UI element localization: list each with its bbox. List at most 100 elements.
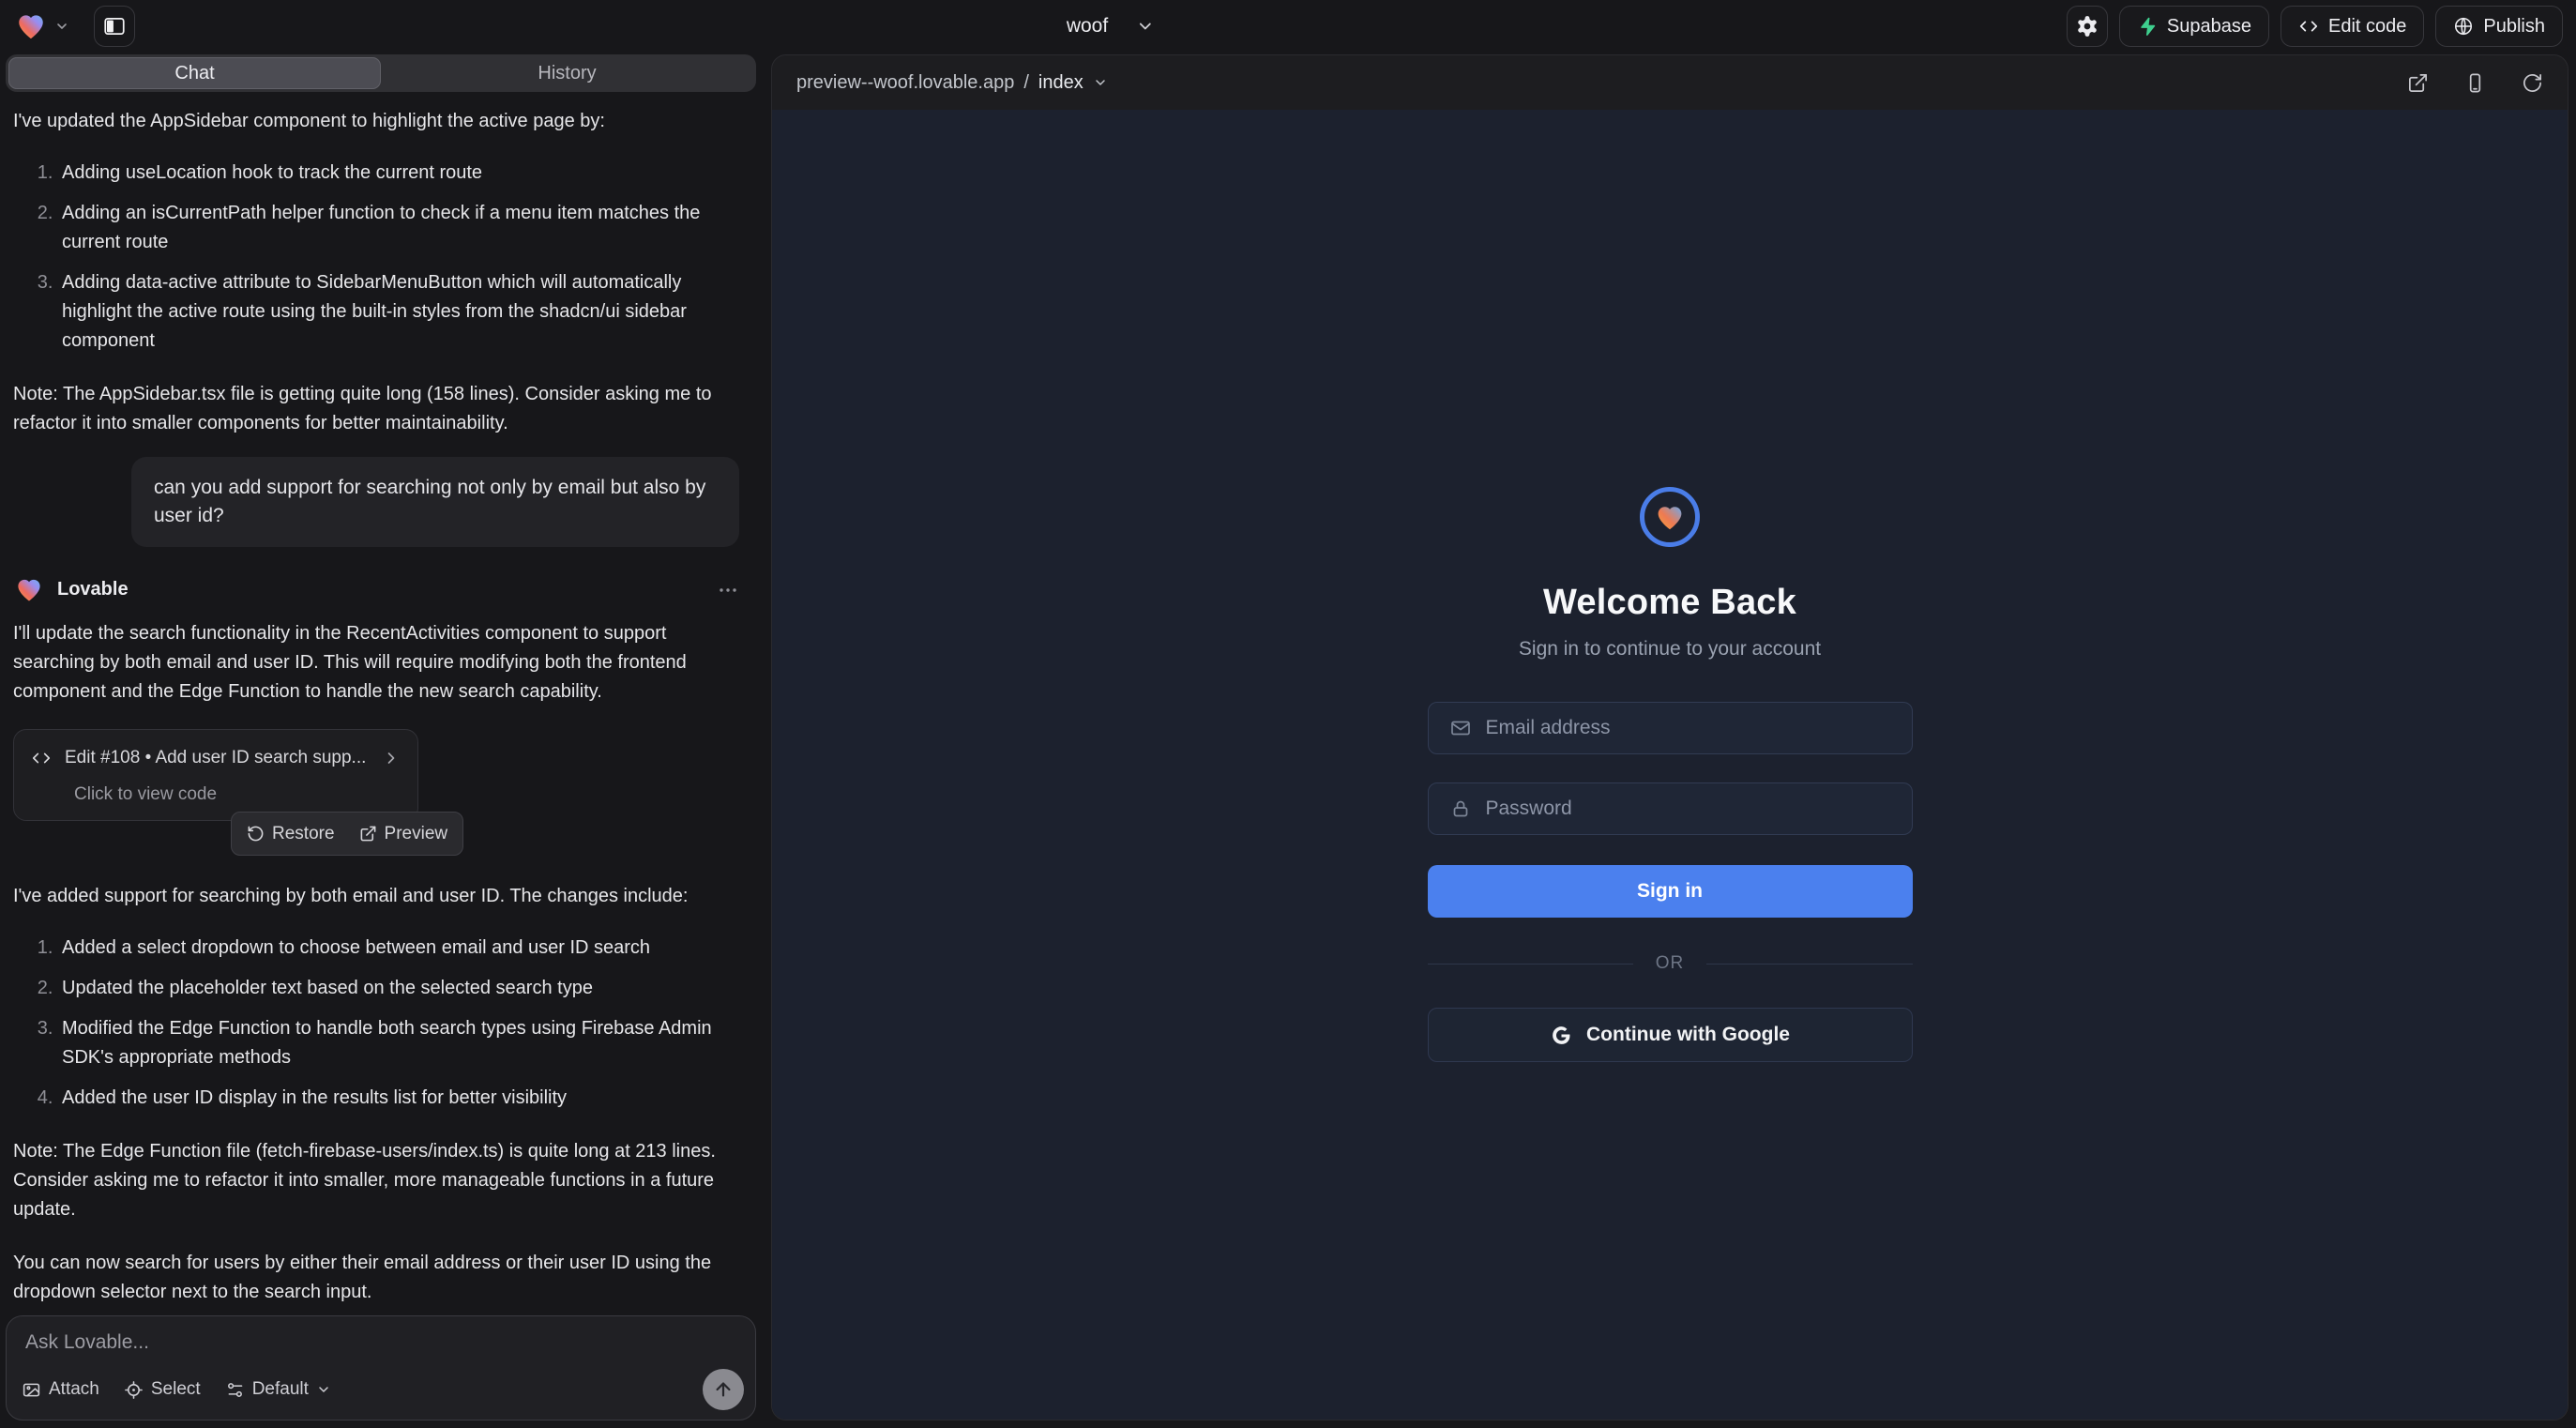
assistant-paragraph: You can now search for users by either t… [13,1249,739,1302]
assistant-note: Note: The AppSidebar.tsx file is getting… [13,380,739,438]
top-bar-left [13,6,135,47]
assistant-ordered-list: Added a select dropdown to choose betwee… [13,934,739,1113]
main-split: Chat History I've updated the AppSidebar… [0,53,2576,1428]
welcome-subtitle: Sign in to continue to your account [1519,638,1821,661]
assistant-paragraph: I've added support for searching by both… [13,882,739,911]
attach-button[interactable]: Attach [22,1379,99,1400]
sliders-icon [225,1380,245,1400]
list-item: Modified the Edge Function to handle bot… [58,1014,739,1072]
email-field[interactable]: Email address [1428,702,1913,754]
sign-in-form: Email address Password Sign in OR [1428,702,1913,1062]
more-options-icon[interactable] [717,579,739,601]
user-message-bubble: can you add support for searching not on… [131,457,739,547]
project-name: woof [1067,15,1108,38]
or-divider: OR [1428,953,1913,974]
chevron-right-icon [382,749,401,767]
edit-card-subtitle: Click to view code [74,780,401,809]
tab-chat[interactable]: Chat [8,57,381,89]
mode-label: Default [252,1379,309,1400]
lovable-heart-icon [13,10,49,42]
code-xml-icon [31,748,52,768]
path-separator: / [1023,72,1029,94]
edit-code-label: Edit code [2328,16,2406,38]
chevron-down-icon [316,1382,331,1397]
send-button[interactable] [703,1369,744,1410]
chat-tabbar: Chat History [6,54,756,92]
divider-line [1706,964,1912,965]
restore-button[interactable]: Restore [247,819,335,848]
preview-toolbar-icons [2407,72,2543,94]
chevron-down-icon [1136,17,1155,36]
preview-button[interactable]: Preview [359,819,448,848]
select-label: Select [151,1379,201,1400]
lovable-logo-menu[interactable] [13,10,69,42]
restore-label: Restore [272,819,335,848]
composer-toolbar: Attach Select Default [22,1369,744,1410]
list-item: Added the user ID display in the results… [58,1084,739,1113]
chevron-down-icon [54,19,69,34]
refresh-icon[interactable] [2522,72,2543,94]
preview-panel: preview--woof.lovable.app / index [771,54,2568,1420]
sign-in-button[interactable]: Sign in [1428,865,1913,918]
assistant-name: Lovable [57,575,129,604]
mobile-view-icon[interactable] [2464,72,2486,94]
google-icon [1550,1024,1573,1047]
google-sign-in-button[interactable]: Continue with Google [1428,1008,1913,1062]
assistant-header: Lovable [13,575,739,604]
assistant-ordered-list: Adding useLocation hook to track the cur… [13,159,739,356]
divider-label: OR [1656,953,1685,974]
mail-icon [1449,717,1472,739]
settings-button[interactable] [2067,6,2108,47]
list-item: Adding an isCurrentPath helper function … [58,199,739,257]
mode-selector[interactable]: Default [225,1379,331,1400]
gear-icon [2075,14,2099,38]
edit-card-actions: Restore Preview [231,812,463,856]
preview-app-viewport: Welcome Back Sign in to continue to your… [772,110,2568,1420]
assistant-paragraph: I've updated the AppSidebar component to… [13,107,739,136]
restore-icon [247,825,265,843]
tab-history[interactable]: History [381,57,753,89]
email-placeholder: Email address [1486,717,1611,739]
list-item: Adding data-active attribute to SidebarM… [58,268,739,356]
select-element-button[interactable]: Select [124,1379,201,1400]
top-bar: woof Supabase Edit code [0,0,2576,53]
heart-icon [1653,502,1687,533]
supabase-button[interactable]: Supabase [2119,6,2269,47]
chat-message-list[interactable]: I've updated the AppSidebar component to… [0,92,762,1302]
chat-panel: Chat History I've updated the AppSidebar… [0,53,762,1428]
password-placeholder: Password [1486,798,1572,820]
edit-code-button[interactable]: Edit code [2281,6,2424,47]
supabase-icon [2137,16,2158,37]
chevron-down-icon [1093,75,1108,90]
project-switcher[interactable]: woof [1067,0,1155,53]
top-bar-actions: Supabase Edit code Publish [2067,6,2563,47]
lovable-workspace: woof Supabase Edit code [0,0,2576,1428]
locate-icon [124,1380,144,1400]
list-item: Adding useLocation hook to track the cur… [58,159,739,188]
edit-card[interactable]: Edit #108 • Add user ID search supp... C… [13,729,418,821]
toggle-sidebar-button[interactable] [94,6,135,47]
publish-label: Publish [2483,16,2545,38]
publish-button[interactable]: Publish [2435,6,2563,47]
globe-icon [2453,16,2474,37]
attach-label: Attach [49,1379,99,1400]
list-item: Added a select dropdown to choose betwee… [58,934,739,963]
image-icon [22,1380,41,1400]
google-label: Continue with Google [1586,1024,1790,1046]
preview-url-selector[interactable]: preview--woof.lovable.app / index [796,72,1108,94]
welcome-title: Welcome Back [1543,583,1796,623]
preview-toolbar: preview--woof.lovable.app / index [772,55,2568,110]
divider-line [1428,964,1633,965]
assistant-paragraph: I'll update the search functionality in … [13,619,739,706]
edit-card-header: Edit #108 • Add user ID search supp... [31,743,401,772]
chat-composer[interactable]: Ask Lovable... Attach Select [6,1315,756,1420]
open-in-new-tab-icon[interactable] [2407,72,2429,94]
app-logo [1640,487,1700,547]
supabase-label: Supabase [2167,16,2251,38]
external-link-icon [359,825,377,843]
password-field[interactable]: Password [1428,782,1913,835]
assistant-note: Note: The Edge Function file (fetch-fire… [13,1137,739,1224]
panel-left-icon [102,14,127,38]
composer-placeholder: Ask Lovable... [25,1331,149,1354]
arrow-up-icon [713,1379,734,1400]
